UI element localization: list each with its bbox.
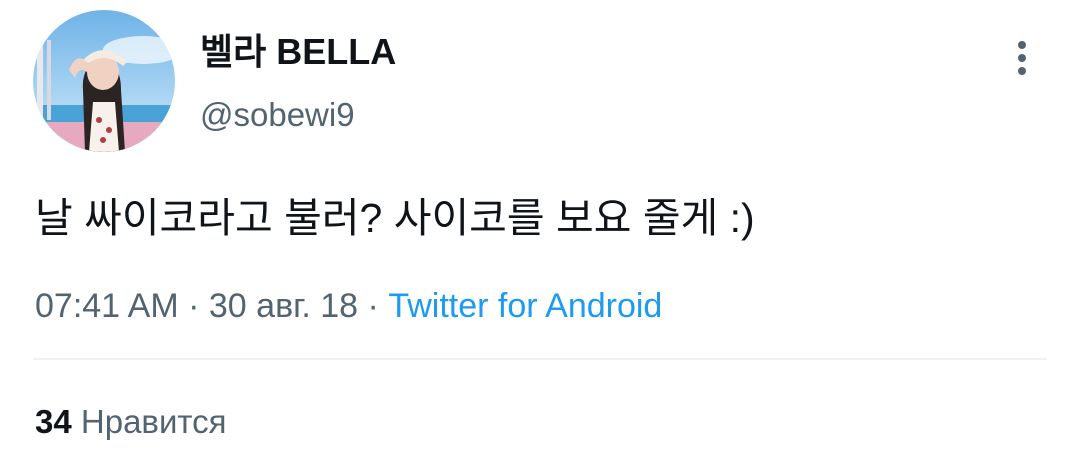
- avatar-image: [33, 10, 175, 152]
- menu-dot: [1018, 54, 1026, 62]
- meta-separator: ·: [367, 287, 379, 325]
- avatar[interactable]: [33, 10, 175, 152]
- tweet-date[interactable]: 30 авг. 18: [209, 287, 358, 325]
- likes-label: Нравится: [80, 403, 227, 440]
- likes-stat[interactable]: 34 Нравится: [35, 400, 227, 444]
- divider: [33, 358, 1047, 360]
- author-display-name[interactable]: 벨라 BELLA: [200, 30, 396, 74]
- more-vertical-icon[interactable]: [1000, 36, 1044, 80]
- tweet-time[interactable]: 07:41 AM: [35, 287, 179, 325]
- tweet-source-link[interactable]: Twitter for Android: [388, 287, 662, 325]
- author-handle[interactable]: @sobewi9: [200, 95, 355, 135]
- menu-dot: [1018, 41, 1026, 49]
- menu-dot: [1018, 67, 1026, 75]
- tweet-text: 날 싸이코라고 불러? 사이코를 보요 줄게 :): [35, 195, 755, 241]
- meta-separator: ·: [188, 287, 200, 325]
- likes-count: 34: [35, 403, 72, 440]
- tweet-meta: 07:41 AM · 30 авг. 18 · Twitter for Andr…: [35, 284, 662, 328]
